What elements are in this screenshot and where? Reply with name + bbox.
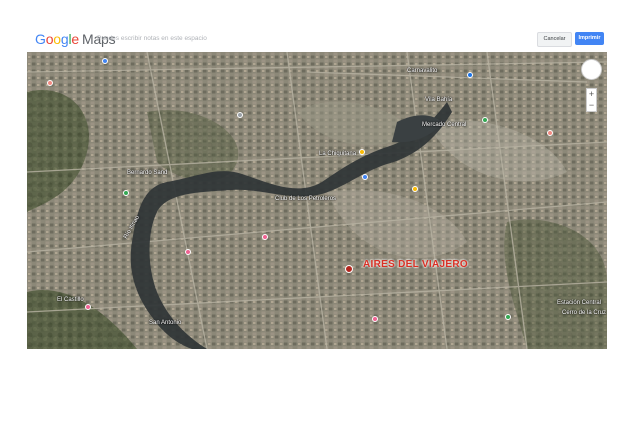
place-label[interactable]: El Castillo bbox=[57, 297, 84, 303]
poi-pin[interactable] bbox=[482, 117, 488, 123]
poi-pin[interactable] bbox=[262, 234, 268, 240]
selected-place-marker[interactable] bbox=[345, 265, 353, 273]
poi-pin[interactable] bbox=[412, 186, 418, 192]
poi-pin[interactable] bbox=[372, 316, 378, 322]
print-header: Google Maps Puedes escribir notas en este… bbox=[0, 0, 629, 52]
place-label[interactable]: Cerro de la Cruz bbox=[562, 310, 606, 316]
poi-pin[interactable] bbox=[467, 72, 473, 78]
poi-pin[interactable] bbox=[185, 249, 191, 255]
place-label[interactable]: La Chiquitana bbox=[319, 151, 356, 157]
poi-pin[interactable] bbox=[505, 314, 511, 320]
poi-pin[interactable] bbox=[85, 304, 91, 310]
place-label[interactable]: San Antonio bbox=[149, 320, 181, 326]
notes-field[interactable]: Puedes escribir notas en este espacio bbox=[97, 35, 207, 42]
satellite-map[interactable]: + − La Chiquitana Bernardo Sand Club de … bbox=[27, 52, 607, 349]
google-wordmark: Google bbox=[35, 31, 79, 47]
compass-control[interactable] bbox=[581, 59, 602, 80]
place-label[interactable]: Estación Central bbox=[557, 300, 601, 306]
place-label[interactable]: Club de Los Petroleros bbox=[275, 196, 336, 202]
place-label[interactable]: Vila Bahía bbox=[425, 97, 452, 103]
poi-pin[interactable] bbox=[123, 190, 129, 196]
poi-pin[interactable] bbox=[359, 149, 365, 155]
zoom-control: + − bbox=[586, 88, 597, 112]
place-label[interactable]: Bernardo Sand bbox=[127, 170, 167, 176]
place-label[interactable]: Mercado Central bbox=[422, 122, 466, 128]
place-label[interactable]: Carnavalito bbox=[407, 68, 437, 74]
zoom-out-button[interactable]: − bbox=[587, 100, 596, 111]
cancel-button[interactable]: Cancelar bbox=[537, 32, 572, 47]
zoom-in-button[interactable]: + bbox=[587, 89, 596, 100]
selected-place-label[interactable]: AIRES DEL VIAJERO bbox=[363, 259, 468, 270]
poi-pin[interactable] bbox=[102, 58, 108, 64]
poi-pin[interactable] bbox=[362, 174, 368, 180]
poi-pin[interactable] bbox=[47, 80, 53, 86]
poi-pin[interactable] bbox=[237, 112, 243, 118]
poi-pin[interactable] bbox=[547, 130, 553, 136]
print-button[interactable]: Imprimir bbox=[575, 32, 604, 45]
